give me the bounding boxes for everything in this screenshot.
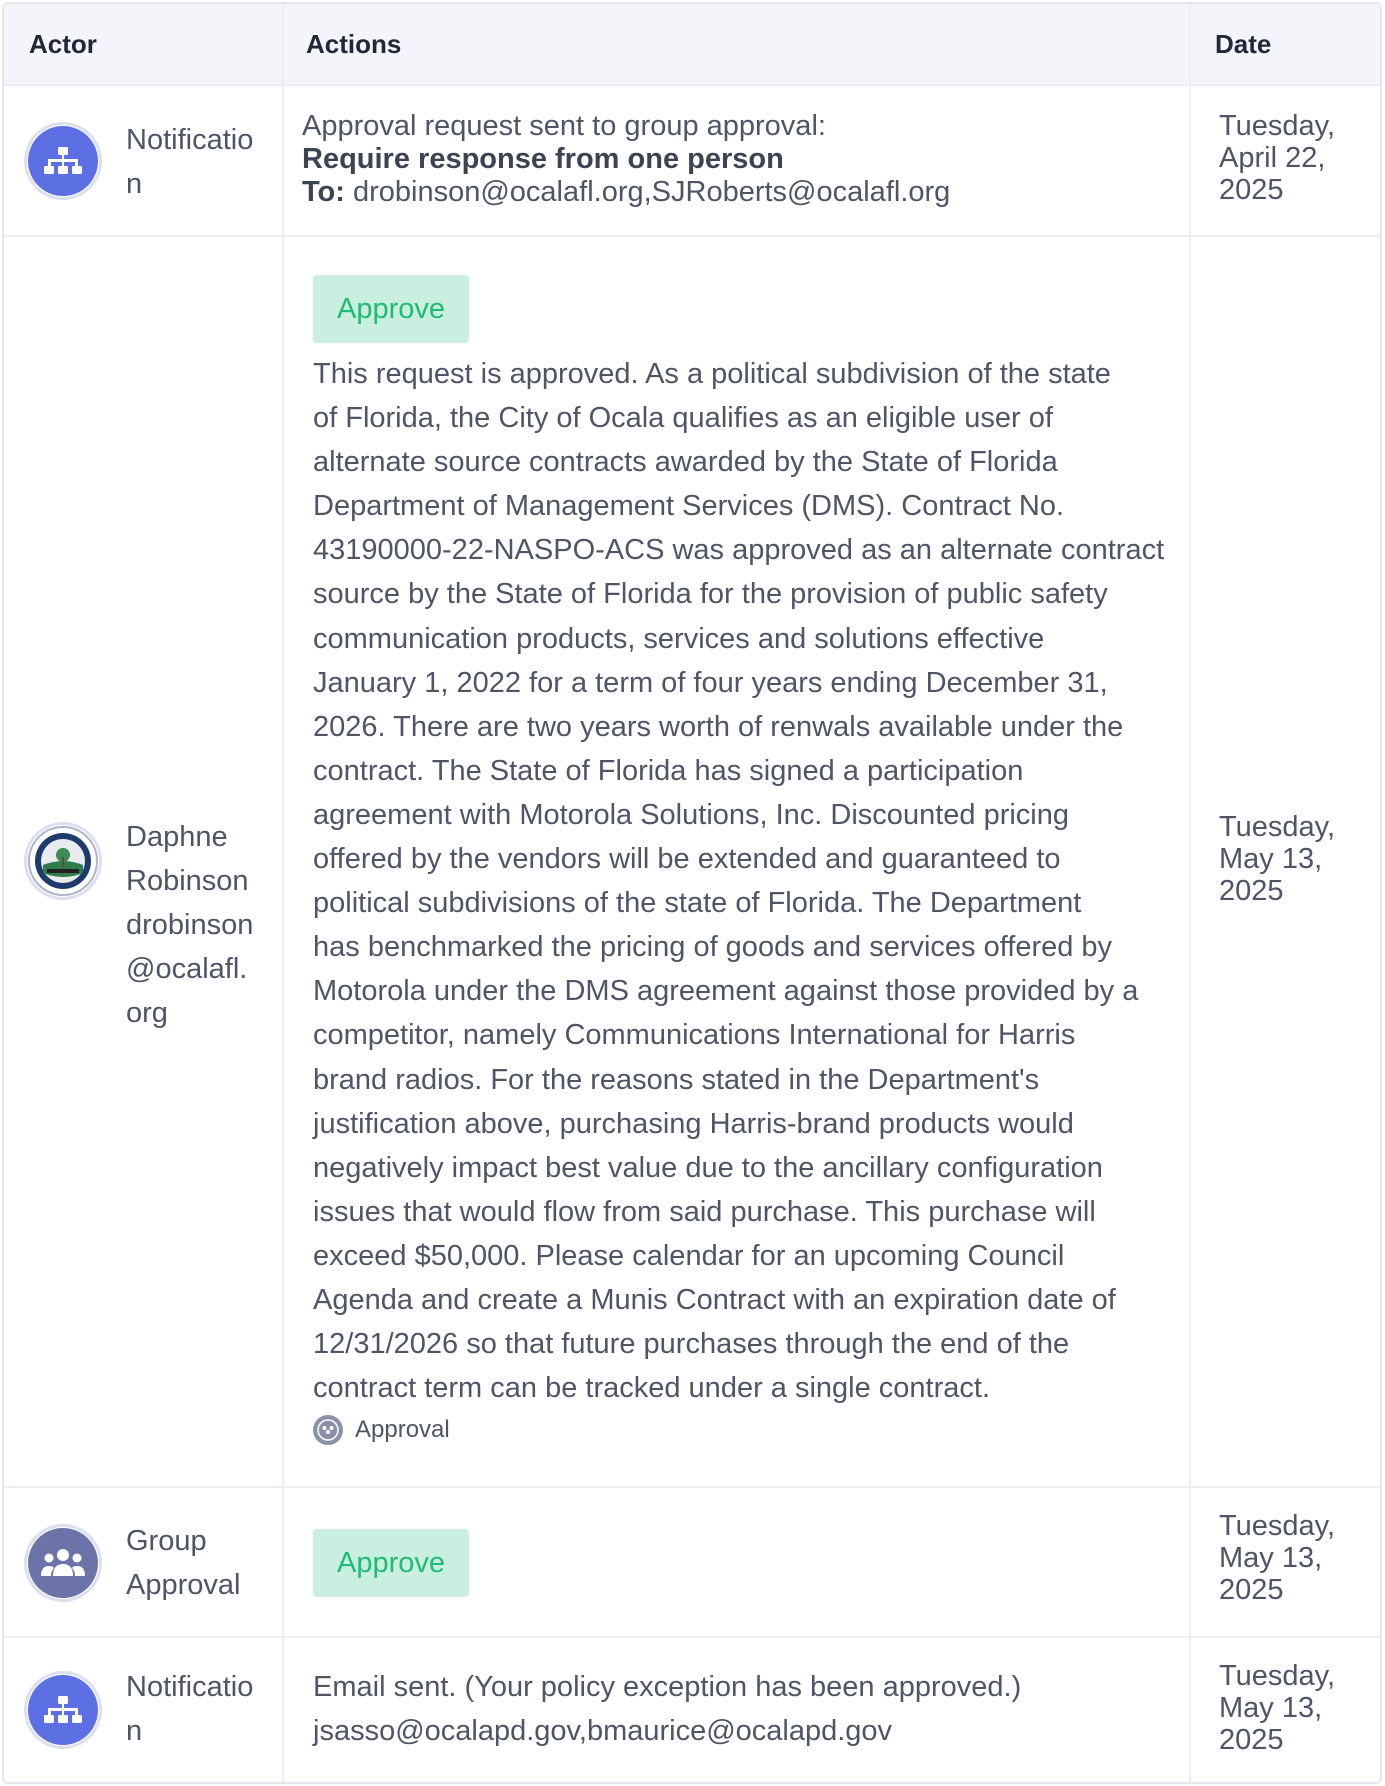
action-cell: Approve This request is approved. As a p… xyxy=(284,237,1191,1486)
date-text: Tuesday, May 13, 2025 xyxy=(1219,1660,1336,1756)
approval-tag: Approval xyxy=(313,1415,450,1445)
actor-cell: Group Approval xyxy=(4,1488,284,1636)
actor-name: Group Approval xyxy=(126,1525,241,1601)
column-header-actor[interactable]: Actor xyxy=(4,4,284,84)
date-cell: Tuesday, May 13, 2025 xyxy=(1191,1488,1380,1636)
actor-cell: Notificatio n xyxy=(4,86,284,235)
column-header-actions[interactable]: Actions xyxy=(284,4,1191,84)
avatar xyxy=(24,1671,102,1749)
approval-comment: This request is approved. As a political… xyxy=(313,358,1165,1405)
action-cell: Email sent. (Your policy exception has b… xyxy=(284,1638,1191,1782)
date-text: Tuesday, April 22, 2025 xyxy=(1219,110,1336,206)
column-header-date[interactable]: Date xyxy=(1191,4,1380,84)
table-row: Notificatio n Approval request sent to g… xyxy=(4,86,1380,237)
actor-cell: Notificatio n xyxy=(4,1638,284,1782)
table-header: Actor Actions Date xyxy=(4,4,1380,86)
city-seal-icon xyxy=(28,826,98,896)
avatar xyxy=(24,822,102,900)
approve-button[interactable]: Approve xyxy=(313,275,469,343)
date-text: Tuesday, May 13, 2025 xyxy=(1219,1510,1336,1606)
notification-message: Approval request sent to group approval:… xyxy=(302,110,951,208)
group-icon xyxy=(28,1528,98,1598)
actor-cell: Daphne Robinson drobinson @ocalafl. org xyxy=(4,237,284,1486)
action-cell: Approval request sent to group approval:… xyxy=(284,86,1191,235)
date-text: Tuesday, May 13, 2025 xyxy=(1219,811,1336,907)
avatar xyxy=(24,1524,102,1602)
avatar xyxy=(24,122,102,200)
sitemap-icon xyxy=(28,126,98,196)
date-cell: Tuesday, May 13, 2025 xyxy=(1191,237,1380,1486)
action-cell: Approve xyxy=(284,1488,1191,1636)
date-cell: Tuesday, April 22, 2025 xyxy=(1191,86,1380,235)
history-table: Actor Actions Date Notificatio n Approva… xyxy=(2,2,1382,1784)
actor-name: Notificatio n xyxy=(126,1671,254,1747)
table-row: Group Approval Approve Tuesday, May 13, … xyxy=(4,1488,1380,1638)
actor-name: Daphne Robinson drobinson @ocalafl. org xyxy=(126,821,254,1029)
email-message: Email sent. (Your policy exception has b… xyxy=(313,1671,1022,1747)
table-row: Notificatio n Email sent. (Your policy e… xyxy=(4,1638,1380,1782)
group-icon xyxy=(313,1415,343,1445)
actor-name: Notificatio n xyxy=(126,124,254,200)
approve-button[interactable]: Approve xyxy=(313,1529,469,1597)
date-cell: Tuesday, May 13, 2025 xyxy=(1191,1638,1380,1782)
table-row: Daphne Robinson drobinson @ocalafl. org … xyxy=(4,237,1380,1488)
sitemap-icon xyxy=(28,1675,98,1745)
